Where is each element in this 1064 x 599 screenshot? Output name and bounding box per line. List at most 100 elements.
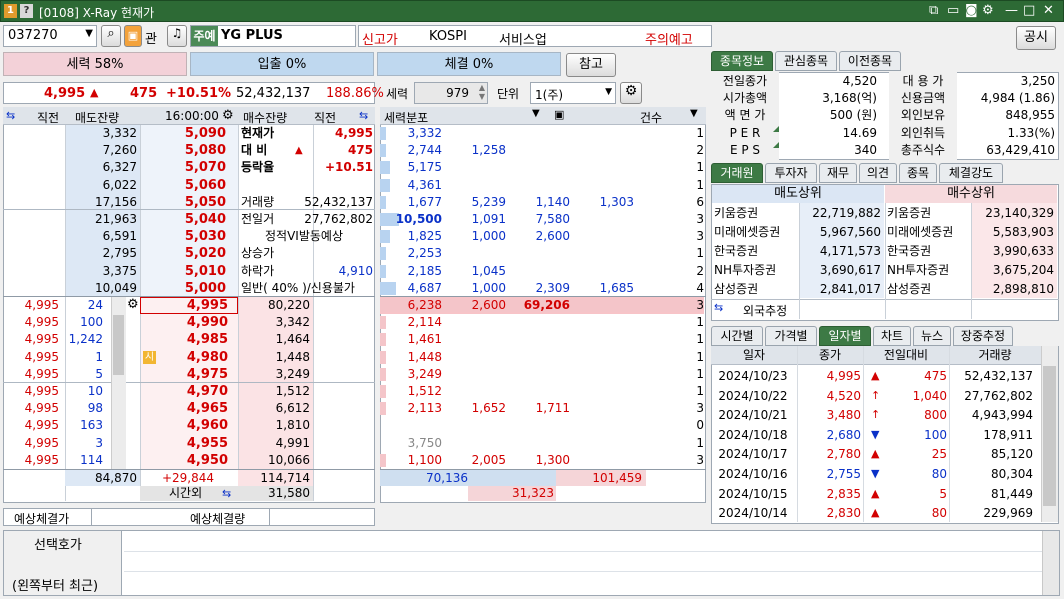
sell-qty: 2,841,017 [819,282,881,296]
bid-price[interactable]: 4,990 [140,314,238,331]
price-rate: +10.51% [166,86,232,101]
tab-5[interactable]: 장중추정 [953,326,1013,346]
info-label: 대 용 가 [902,74,944,88]
tab-2[interactable]: 재무 [819,163,857,183]
dist-b: 1,652 [471,401,506,416]
search-button[interactable]: ⌕ [101,25,121,47]
interest-button[interactable]: 관 [145,28,157,47]
buy-qty: 23,140,329 [985,206,1054,220]
tab-2[interactable]: 일자별 [819,326,871,346]
swap-icon[interactable]: ⇆ [359,109,368,122]
dist-a: 3,750 [407,435,442,450]
ask-price[interactable]: 5,040 [140,211,226,228]
ask-price[interactable]: 5,090 [140,125,226,142]
info-label: P E R [729,125,761,140]
dist-count: 1 [696,384,704,398]
export-icon[interactable]: ▣ [554,108,564,121]
info-value: 14.69 [842,125,877,140]
tab-1[interactable]: 투자자 [765,163,817,183]
help-icon[interactable]: ? [20,4,33,18]
dist-b: 5,239 [471,194,506,209]
scroll-thumb[interactable] [1043,366,1056,506]
bid-price[interactable]: 4,965 [140,400,238,417]
tab-0[interactable]: 시간별 [711,326,763,346]
unit-select[interactable]: 1(주) ▼ [530,82,616,104]
calendar-icon: ▣ [127,29,139,42]
daily-date: 2024/10/15 [718,486,788,501]
gear-icon[interactable]: ⚙ [222,108,234,123]
chevron-down-icon[interactable]: ▼ [532,108,540,119]
info-value: 848,955 [1005,108,1055,123]
swap-icon[interactable]: ⇆ [222,486,231,501]
disclosure-button[interactable]: 공시 [1016,26,1056,50]
bid-price[interactable]: 4,995 [140,297,238,314]
bid-price[interactable]: 4,960 [140,417,238,434]
tab-4[interactable]: 종목 [899,163,937,183]
swap-icon[interactable]: ⇆ [714,301,723,314]
tab-1[interactable]: 가격별 [765,326,817,346]
bid-price[interactable]: 4,950 [140,452,238,469]
ask-price[interactable]: 5,080 [140,142,226,159]
info-label: 외인취득 [900,125,946,140]
tab-0[interactable]: 거래원 [711,163,763,183]
tab-3[interactable]: 차트 [873,326,911,346]
window-title: [0108] X-Ray 현재가 [39,6,155,20]
stock-name-field[interactable]: 주예 YG PLUS [190,25,356,47]
bid-price[interactable]: 4,970 [140,383,238,400]
tab-4[interactable]: 뉴스 [913,326,951,346]
ask-price[interactable]: 5,060 [140,177,226,194]
reference-button[interactable]: 참고 [566,53,616,77]
gear-icon[interactable]: ⚙ [982,3,994,18]
tab-5[interactable]: 체결강도 [939,163,1003,183]
swap-icon[interactable]: ⇆ [6,109,15,122]
dist-count: 1 [696,246,704,261]
bid-price[interactable]: 4,980 [140,349,238,366]
bid-price[interactable]: 4,975 [140,366,238,383]
camera-icon[interactable]: ◙ [965,3,978,18]
chevron-down-icon[interactable]: ▼ [85,28,93,39]
tab-0[interactable]: 종목정보 [711,51,773,71]
tab-2[interactable]: 이전종목 [839,51,901,71]
bottom-scrollbar[interactable] [1042,531,1059,595]
chevron-down-icon[interactable]: ▼ [605,87,612,97]
spinner-arrows-icon[interactable]: ▲ ▼ [479,83,485,101]
ask-price[interactable]: 5,020 [140,245,226,262]
settings-button[interactable]: ⚙ [620,82,642,104]
gear-icon[interactable]: ⚙ [127,297,139,312]
bid-prev-qty: 163 [80,418,103,433]
tab-1[interactable]: 관심종목 [775,51,837,71]
dist-b: 2,600 [471,298,506,312]
save-icon[interactable]: ▭ [947,3,959,18]
maximize-icon[interactable]: □ [1023,3,1035,18]
sell-header: 매도상위 [774,186,822,201]
daily-close: 2,830 [826,506,861,521]
ask-price[interactable]: 5,010 [140,263,226,280]
dist-count: 2 [696,143,704,158]
link-icon[interactable]: ⧉ [929,3,938,18]
dist-count: 1 [696,332,704,347]
ask-price[interactable]: 5,050 [140,194,226,211]
bid-prev-price: 4,995 [24,332,59,347]
stock-code-input[interactable]: 037270 ▼ [3,25,97,47]
close-icon[interactable]: ✕ [1043,3,1054,18]
minimize-icon[interactable]: — [1005,3,1018,18]
bid-qty: 3,249 [275,366,310,381]
calendar-button[interactable]: ▣ [124,25,142,47]
ask-price[interactable]: 5,000 [140,280,226,297]
bid-price[interactable]: 4,985 [140,331,238,348]
bid-qty: 6,612 [275,401,310,416]
buy-header: 매수상위 [947,186,995,201]
bid-price[interactable]: 4,955 [140,435,238,452]
dist-a: 2,185 [407,263,442,278]
dist-count: 1 [696,126,704,140]
info-value: 500 (원) [829,108,877,123]
ask-price[interactable]: 5,070 [140,159,226,176]
bid-prev-qty: 98 [87,401,103,416]
ask-price[interactable]: 5,030 [140,228,226,245]
chevron-down-icon[interactable]: ▼ [690,108,698,119]
alarm-button[interactable]: ♫ [167,25,187,47]
scroll-thumb[interactable] [113,315,124,375]
power-spinner[interactable]: 979 ▲ ▼ [414,82,488,104]
power-label: 세력 [386,87,409,101]
tab-3[interactable]: 의견 [859,163,897,183]
